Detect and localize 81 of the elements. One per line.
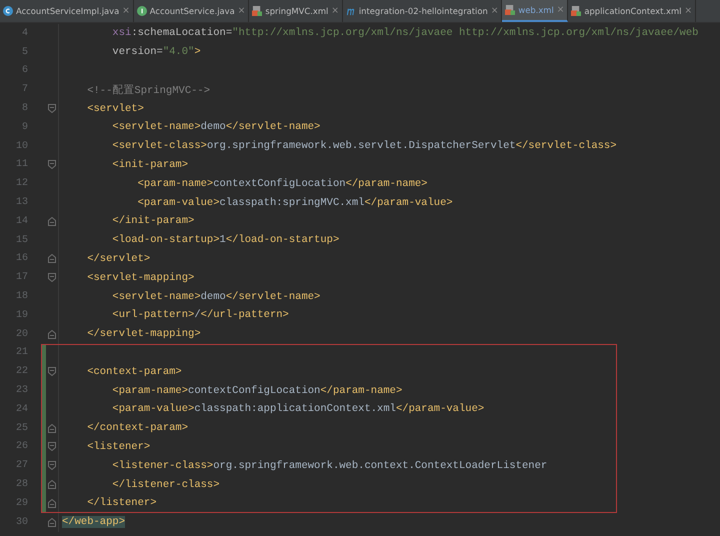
code-line: </context-param>: [86, 422, 188, 434]
module-icon: [346, 6, 356, 16]
fold-marker-icon[interactable]: [48, 498, 56, 508]
file-tab[interactable]: AccountService.java ×: [134, 0, 250, 22]
close-icon[interactable]: ×: [238, 6, 246, 16]
code-line: </init-param>: [111, 215, 194, 228]
code-line: <!--配置SpringMVC-->: [86, 84, 210, 97]
code-line: <listener-class>org.springframework.web.context.ContextLoaderListener: [111, 460, 548, 472]
close-icon[interactable]: ×: [331, 6, 339, 16]
fold-marker-icon[interactable]: [48, 216, 56, 226]
fold-marker-icon[interactable]: [48, 367, 56, 376]
file-tab[interactable]: AccountServiceImpl.java ×: [0, 0, 134, 22]
line-number: 14: [14, 216, 29, 227]
line-number: 13: [14, 197, 29, 208]
code-line: <servlet-name>demo</servlet-name>: [111, 290, 320, 303]
code-line: <param-name>contextConfigLocation</param-name>: [111, 384, 402, 397]
fold-marker-icon[interactable]: [48, 461, 56, 470]
line-number: 7: [20, 84, 29, 96]
fold-marker-icon[interactable]: [48, 104, 56, 114]
code-line: <param-value>classpath:springMVC.xml</param-value>: [136, 196, 453, 209]
line-number: 23: [14, 385, 29, 396]
code-line: </listener>: [86, 497, 157, 510]
fold-marker-icon[interactable]: [48, 160, 56, 170]
code-line: version="4.0">: [111, 46, 201, 58]
line-number: 26: [14, 441, 29, 452]
close-icon[interactable]: ×: [490, 6, 498, 16]
line-number: 18: [14, 291, 29, 302]
code-line: <param-name>contextConfigLocation</param-name>: [136, 178, 428, 190]
line-number: 10: [14, 140, 29, 152]
fold-marker-icon[interactable]: [48, 518, 56, 527]
close-icon[interactable]: ×: [684, 6, 692, 16]
line-number: 9: [20, 122, 29, 133]
fold-marker-icon[interactable]: [48, 254, 56, 264]
line-number: 8: [20, 103, 29, 114]
line-number: 17: [14, 272, 29, 284]
code-line: <init-param>: [111, 158, 188, 171]
fold-marker-icon[interactable]: [48, 273, 56, 282]
code-line: <servlet>: [86, 102, 144, 115]
line-number: 27: [14, 460, 29, 472]
fold-marker-icon[interactable]: [48, 424, 56, 433]
file-tab[interactable]: springMVC.xml ×: [249, 0, 343, 22]
interface-icon: [136, 6, 147, 16]
line-number: 19: [14, 310, 29, 321]
line-number: 28: [14, 479, 29, 490]
file-tab[interactable]: web.xml ×: [502, 0, 568, 22]
line-number: 21: [14, 347, 29, 358]
code-line: <param-value>classpath:applicationContext.xml</param-value>: [111, 403, 484, 416]
code-line: <servlet-mapping>: [86, 272, 194, 284]
class-icon: [3, 6, 13, 16]
line-number: 5: [20, 46, 29, 58]
fold-marker-icon[interactable]: [48, 480, 56, 490]
line-number: 6: [20, 65, 29, 76]
code-line: <listener>: [86, 440, 150, 453]
line-number: 22: [14, 366, 29, 378]
close-icon[interactable]: ×: [556, 5, 564, 15]
line-number: 29: [14, 498, 29, 509]
line-number: 20: [14, 328, 29, 340]
line-number: 4: [20, 28, 29, 39]
code-line: <servlet-class>org.springframework.web.servlet.DispatcherServlet</servlet-class>: [111, 140, 617, 152]
code-line: <load-on-startup>1</load-on-startup>: [111, 234, 340, 246]
code-line: <context-param>: [86, 366, 182, 378]
xml-file-icon: [252, 6, 262, 16]
code-line: </listener-class>: [111, 478, 220, 491]
line-number: 15: [14, 234, 29, 246]
code-line: <url-pattern>/</url-pattern>: [111, 309, 289, 322]
code-line: xsi:schemaLocation="http://xmlns.jcp.org/xml/ns/javaee http://xmlns.jcp.org/xml/ns/javaee/web: [111, 27, 698, 40]
line-number: 25: [14, 422, 29, 434]
code-line: </servlet-mapping>: [86, 328, 201, 340]
code-line: </servlet>: [86, 252, 150, 265]
close-icon[interactable]: ×: [122, 6, 130, 16]
code-line: <servlet-name>demo</servlet-name>: [111, 121, 320, 134]
xml-file-icon: [571, 6, 582, 16]
line-number: 16: [14, 253, 29, 264]
line-number: 12: [14, 178, 29, 190]
fold-marker-icon[interactable]: [48, 442, 56, 452]
fold-marker-icon[interactable]: [48, 330, 56, 339]
file-tab[interactable]: applicationContext.xml ×: [568, 0, 696, 22]
line-number: 30: [14, 516, 29, 528]
xml-file-icon: [505, 5, 516, 15]
line-number: 11: [14, 159, 29, 170]
line-number: 24: [14, 404, 29, 415]
